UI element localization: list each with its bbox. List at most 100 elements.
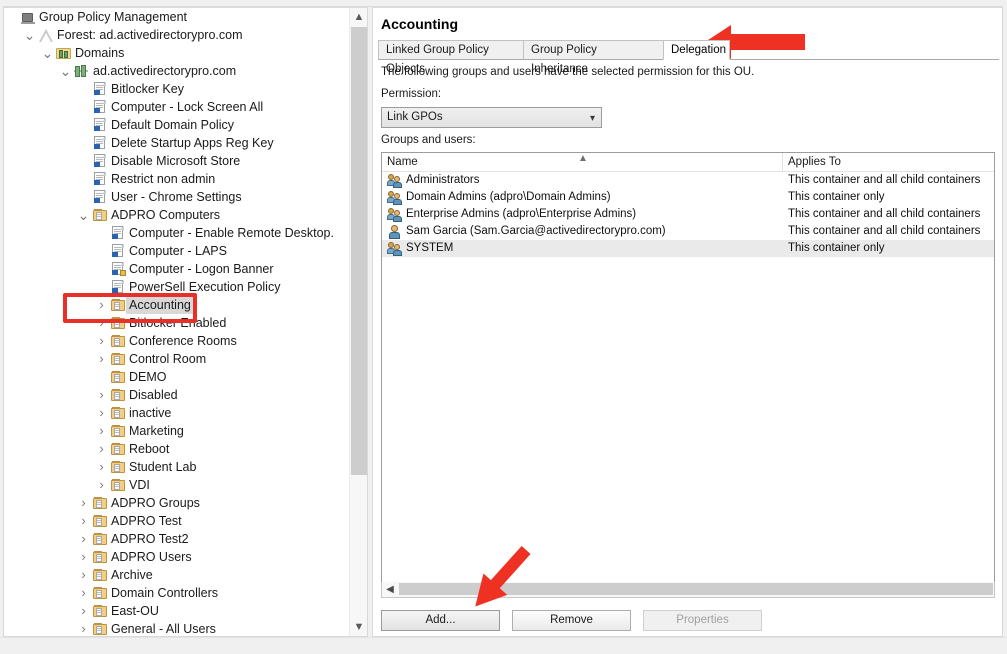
- tree-item-bitlocker-enabled[interactable]: › Bitlocker Enabled: [4, 314, 349, 332]
- tree-item-restrict-non-admin[interactable]: Restrict non admin: [4, 170, 349, 188]
- chevron-right-icon[interactable]: ›: [76, 620, 91, 636]
- tab-linked-group-policy-objects[interactable]: Linked Group Policy Objects: [378, 40, 524, 75]
- tree-item-marketing[interactable]: › Marketing: [4, 422, 349, 440]
- chevron-right-icon[interactable]: ›: [76, 584, 91, 602]
- tab-group-policy-inheritance[interactable]: Group Policy Inheritance: [523, 40, 664, 75]
- console-tree[interactable]: Group Policy Management ⌄ Forest: ad.activ…: [4, 8, 349, 636]
- tree-twisty-spacer: [76, 116, 91, 134]
- permission-select[interactable]: Link GPOs ▾: [381, 107, 602, 128]
- tree-item-accounting[interactable]: › Accounting: [4, 296, 349, 314]
- table-row[interactable]: Sam Garcia (Sam.Garcia@activedirectorypr…: [382, 223, 994, 240]
- gpo-icon: [109, 278, 126, 296]
- tree-twisty-spacer: [94, 278, 109, 296]
- chevron-right-icon[interactable]: ›: [94, 314, 109, 332]
- chevron-right-icon[interactable]: ›: [76, 512, 91, 530]
- chevron-left-icon[interactable]: ◀: [382, 582, 398, 596]
- tree-item-conference-rooms[interactable]: › Conference Rooms: [4, 332, 349, 350]
- tree-item-user-chrome-settings[interactable]: User - Chrome Settings: [4, 188, 349, 206]
- add-button[interactable]: Add...: [381, 610, 500, 631]
- table-row[interactable]: Administrators This container and all chi…: [382, 172, 994, 189]
- permission-select-value: Link GPOs: [387, 111, 443, 123]
- tree-item-forest-ad-activedirectorypro-com[interactable]: ⌄ Forest: ad.activedirectorypro.com: [4, 26, 349, 44]
- table-row[interactable]: Enterprise Admins (adpro\Enterprise Admi…: [382, 206, 994, 223]
- chevron-down-icon[interactable]: ⌄: [22, 26, 37, 44]
- tree-item-powersell-execution-policy[interactable]: PowerSell Execution Policy: [4, 278, 349, 296]
- chevron-right-icon[interactable]: ›: [94, 332, 109, 350]
- tab-strip: Linked Group Policy Objects Group Policy …: [378, 40, 999, 75]
- tree-item-archive[interactable]: › Archive: [4, 566, 349, 584]
- list-horizontal-scrollbar[interactable]: ◀: [381, 582, 995, 598]
- tree-item-demo[interactable]: DEMO: [4, 368, 349, 386]
- column-header-name[interactable]: Name ▲: [382, 153, 783, 172]
- tree-item-group-policy-management[interactable]: Group Policy Management: [4, 8, 349, 26]
- tree-item-label: Forest: ad.activedirectorypro.com: [57, 28, 243, 42]
- tree-item-adpro-test2[interactable]: › ADPRO Test2: [4, 530, 349, 548]
- ou-icon: [91, 620, 108, 636]
- tree-item-adpro-computers[interactable]: ⌄ ADPRO Computers: [4, 206, 349, 224]
- chevron-right-icon[interactable]: ›: [94, 422, 109, 440]
- tree-item-label: Bitlocker Enabled: [129, 316, 227, 330]
- chevron-right-icon[interactable]: ›: [76, 494, 91, 512]
- row-name-label: Administrators: [406, 174, 480, 186]
- chevron-right-icon[interactable]: ›: [94, 476, 109, 494]
- chevron-right-icon[interactable]: ›: [94, 458, 109, 476]
- tree-item-delete-startup-apps-reg-key[interactable]: Delete Startup Apps Reg Key: [4, 134, 349, 152]
- chevron-up-icon[interactable]: ▲: [350, 8, 367, 26]
- chevron-down-icon[interactable]: ▾: [590, 108, 595, 129]
- tree-item-domain-controllers[interactable]: › Domain Controllers: [4, 584, 349, 602]
- chevron-down-icon[interactable]: ▼: [350, 618, 367, 636]
- list-hscroll-thumb[interactable]: [399, 583, 993, 595]
- ou-icon: [91, 602, 108, 620]
- tree-item-bitlocker-key[interactable]: Bitlocker Key: [4, 80, 349, 98]
- chevron-right-icon[interactable]: ›: [76, 602, 91, 620]
- chevron-right-icon[interactable]: ›: [76, 530, 91, 548]
- tree-item-default-domain-policy[interactable]: Default Domain Policy: [4, 116, 349, 134]
- table-row[interactable]: SYSTEM This container only: [382, 240, 994, 257]
- chevron-down-icon[interactable]: ⌄: [58, 62, 73, 80]
- tree-twisty-spacer: [94, 242, 109, 260]
- tree-item-adpro-test[interactable]: › ADPRO Test: [4, 512, 349, 530]
- tree-vertical-scrollbar[interactable]: ▲ ▼: [349, 8, 367, 636]
- tree-item-student-lab[interactable]: › Student Lab: [4, 458, 349, 476]
- tree-item-ad-activedirectorypro-com[interactable]: ⌄ ad.activedirectorypro.com: [4, 62, 349, 80]
- ou-icon: [109, 296, 126, 314]
- chevron-right-icon[interactable]: ›: [94, 296, 109, 314]
- chevron-right-icon[interactable]: ›: [94, 350, 109, 368]
- tree-item-adpro-groups[interactable]: › ADPRO Groups: [4, 494, 349, 512]
- chevron-down-icon[interactable]: ⌄: [76, 206, 91, 224]
- tree-item-computer-laps[interactable]: Computer - LAPS: [4, 242, 349, 260]
- remove-button[interactable]: Remove: [512, 610, 631, 631]
- tree-item-vdi[interactable]: › VDI: [4, 476, 349, 494]
- tree-item-reboot[interactable]: › Reboot: [4, 440, 349, 458]
- tree-item-computer-enable-remote-desktop[interactable]: Computer - Enable Remote Desktop.: [4, 224, 349, 242]
- tree-item-east-ou[interactable]: › East-OU: [4, 602, 349, 620]
- row-applies-to-cell: This container and all child containers: [788, 225, 981, 237]
- chevron-right-icon[interactable]: ›: [94, 404, 109, 422]
- ou-icon: [109, 332, 126, 350]
- tree-item-general-all-users[interactable]: › General - All Users: [4, 620, 349, 636]
- tree-item-inactive[interactable]: › inactive: [4, 404, 349, 422]
- chevron-right-icon[interactable]: ›: [94, 386, 109, 404]
- groups-and-users-list[interactable]: Name ▲ Applies To Administrators This con…: [381, 152, 995, 590]
- chevron-right-icon[interactable]: ›: [76, 566, 91, 584]
- tree-item-label: Disabled: [129, 388, 178, 402]
- tree-item-adpro-users[interactable]: › ADPRO Users: [4, 548, 349, 566]
- tree-scrollbar-thumb[interactable]: [351, 27, 367, 475]
- column-header-applies-to[interactable]: Applies To: [783, 153, 994, 172]
- tree-item-label: inactive: [129, 406, 172, 420]
- tree-item-computer-lock-screen-all[interactable]: Computer - Lock Screen All: [4, 98, 349, 116]
- row-name-cell: Administrators: [387, 172, 480, 189]
- window-top-edge: [0, 0, 1007, 7]
- tree-twisty-spacer: [76, 134, 91, 152]
- tree-item-computer-logon-banner[interactable]: Computer - Logon Banner: [4, 260, 349, 278]
- table-row[interactable]: Domain Admins (adpro\Domain Admins) This …: [382, 189, 994, 206]
- tree-item-domains[interactable]: ⌄ Domains: [4, 44, 349, 62]
- tree-item-disable-microsoft-store[interactable]: Disable Microsoft Store: [4, 152, 349, 170]
- chevron-right-icon[interactable]: ›: [76, 548, 91, 566]
- tab-delegation[interactable]: Delegation: [663, 40, 730, 60]
- tree-item-control-room[interactable]: › Control Room: [4, 350, 349, 368]
- chevron-down-icon[interactable]: ⌄: [40, 44, 55, 62]
- chevron-right-icon[interactable]: ›: [94, 440, 109, 458]
- tree-item-label: Student Lab: [129, 460, 197, 474]
- tree-item-disabled[interactable]: › Disabled: [4, 386, 349, 404]
